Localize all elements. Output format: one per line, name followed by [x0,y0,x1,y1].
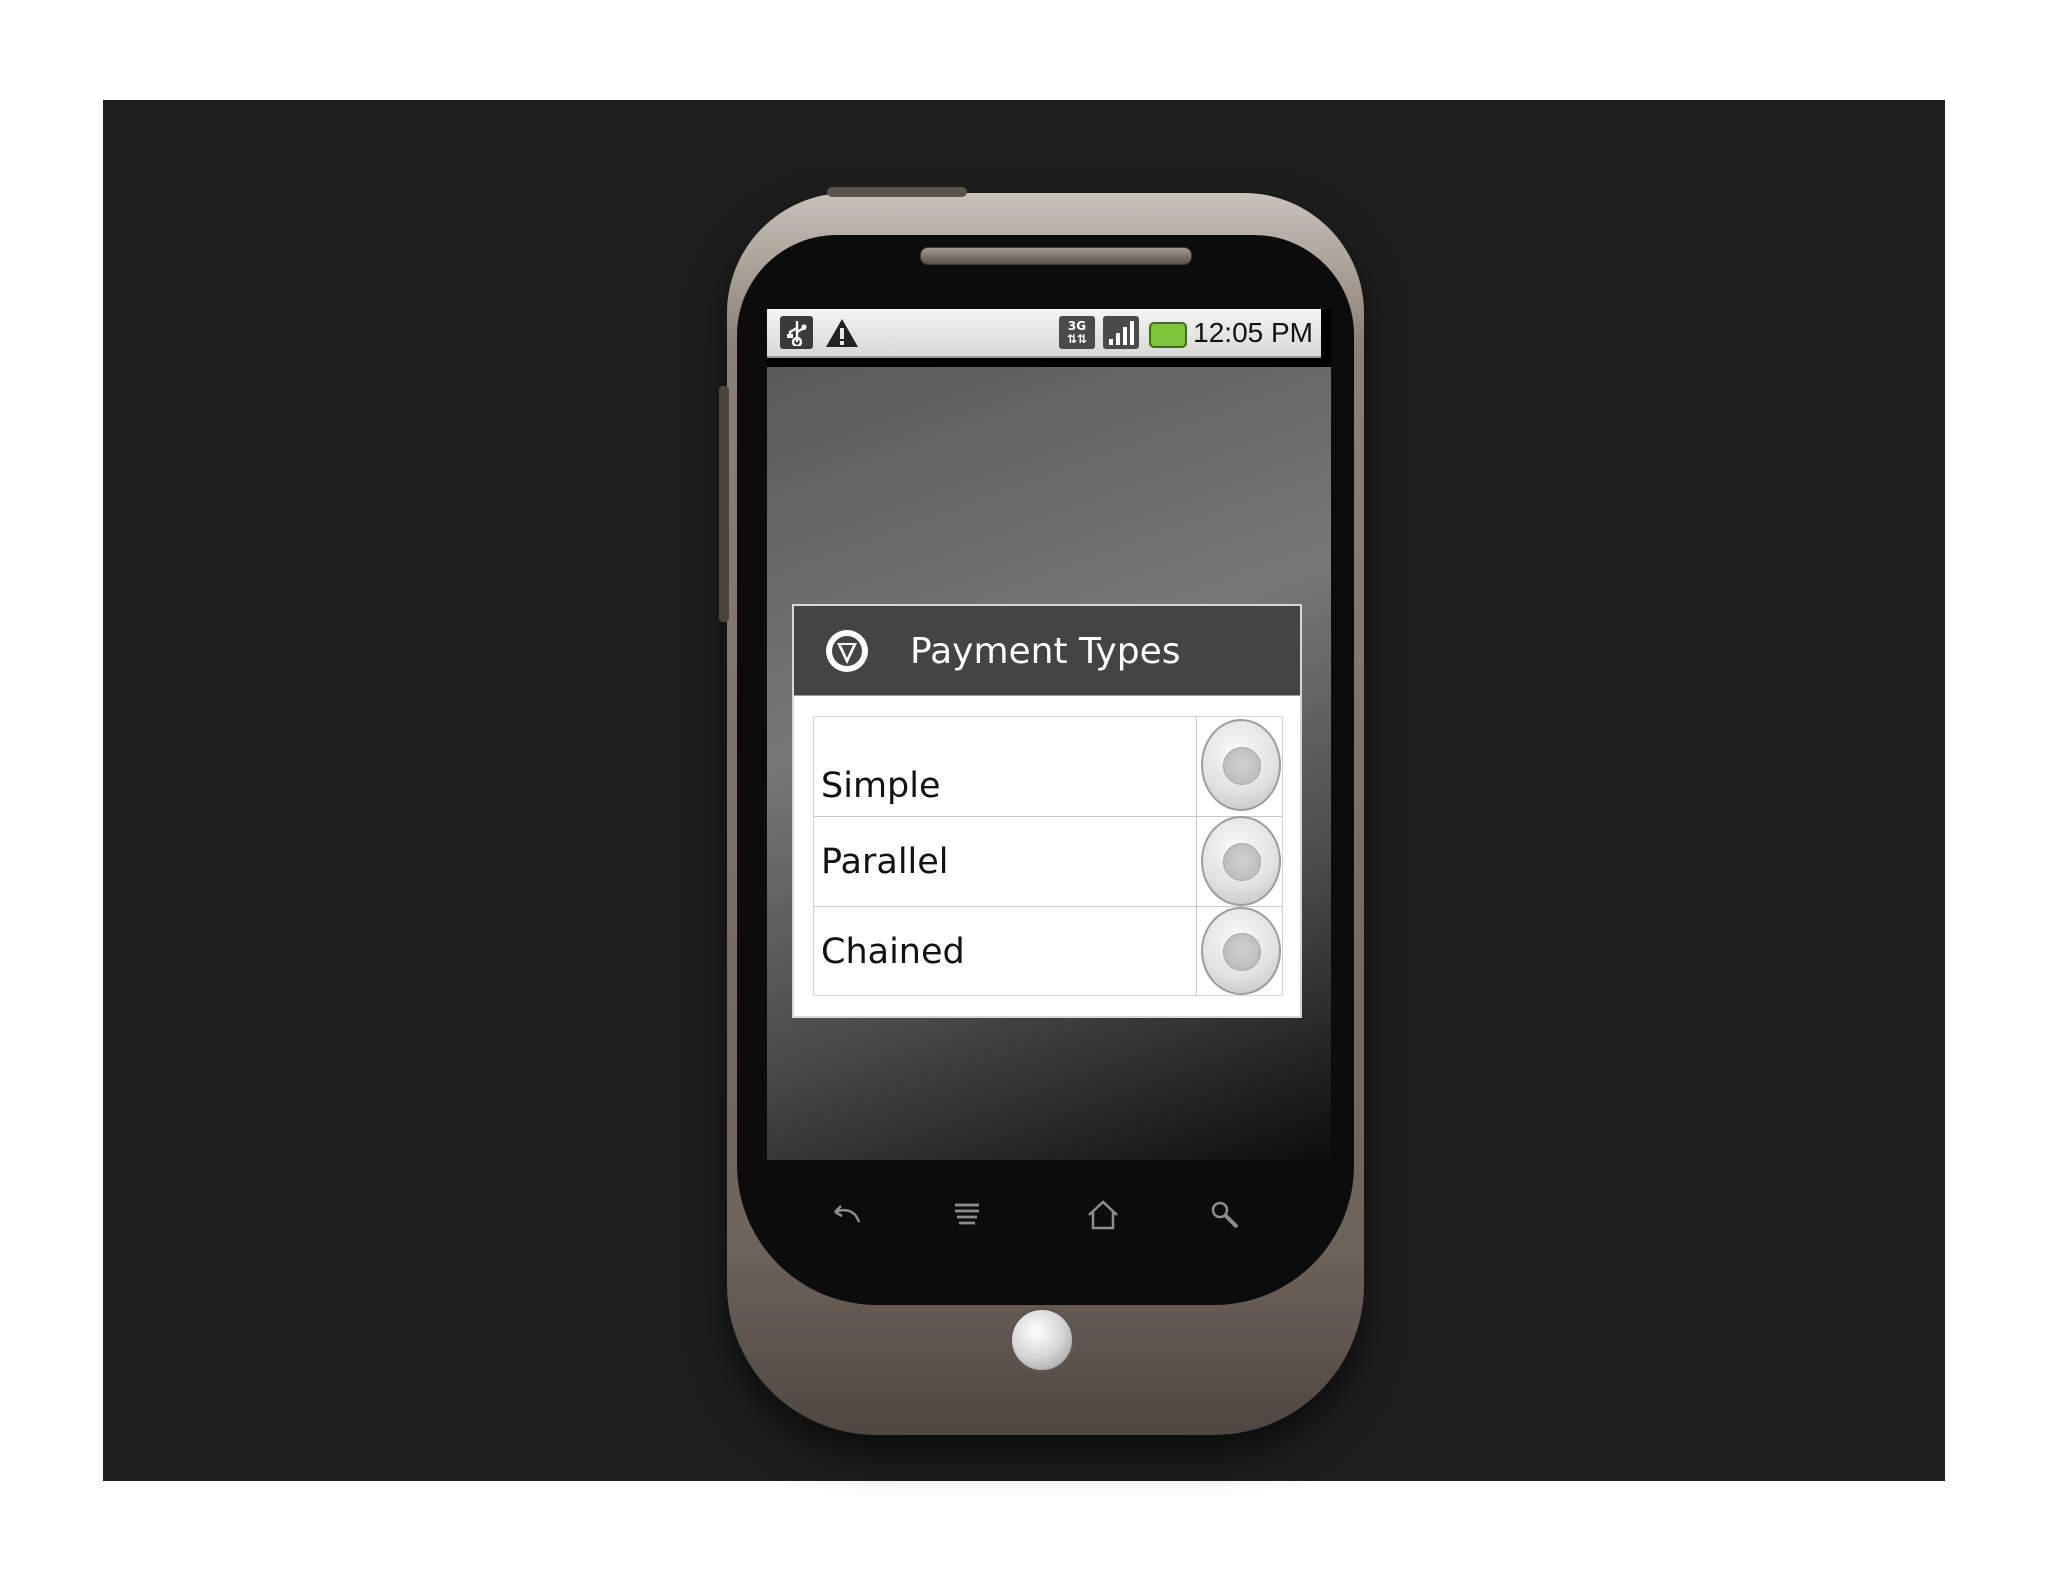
radio-cell [1196,717,1282,816]
status-time: 12:05 PM [1193,317,1313,348]
search-icon[interactable] [1200,1190,1250,1240]
radio-button-parallel[interactable] [1201,816,1281,906]
battery-icon [1149,322,1187,348]
radio-button-simple[interactable] [1201,719,1281,811]
phone-screen: 3G ⇅⇅ 12:05 PM Payment Types Simple Para… [767,309,1331,1160]
signal-icon [1103,316,1139,349]
app-background: Payment Types Simple Parallel Chained [767,367,1331,1160]
power-key[interactable] [827,187,967,197]
radio-cell [1196,816,1282,906]
radio-cell [1196,907,1282,995]
home-icon[interactable] [1078,1190,1128,1240]
3g-icon: 3G ⇅⇅ [1059,316,1095,349]
payment-type-list: Simple Parallel Chained [813,716,1283,996]
option-simple[interactable]: Simple [814,717,1282,817]
option-label: Chained [821,932,965,972]
dialog-header: Payment Types [794,606,1300,696]
payment-types-dialog: Payment Types Simple Parallel Chained [792,604,1302,1018]
status-bar: 3G ⇅⇅ 12:05 PM [767,309,1321,358]
option-parallel[interactable]: Parallel [814,816,1282,907]
warning-icon [823,316,861,349]
earpiece [920,247,1192,265]
back-icon[interactable] [820,1190,870,1240]
network-label: 3G [1067,318,1087,333]
volume-key[interactable] [719,386,729,622]
option-label: Parallel [821,842,949,882]
option-chained[interactable]: Chained [814,907,1282,995]
trackball[interactable] [1009,1307,1075,1373]
dropdown-circle-icon [824,628,870,674]
usb-icon [780,316,813,349]
hardware-nav-keys [785,1190,1315,1250]
radio-button-chained[interactable] [1201,907,1281,995]
data-arrows-icon: ⇅⇅ [1066,331,1088,346]
dialog-title: Payment Types [910,631,1181,672]
menu-icon[interactable] [942,1190,992,1240]
option-label: Simple [821,766,941,806]
